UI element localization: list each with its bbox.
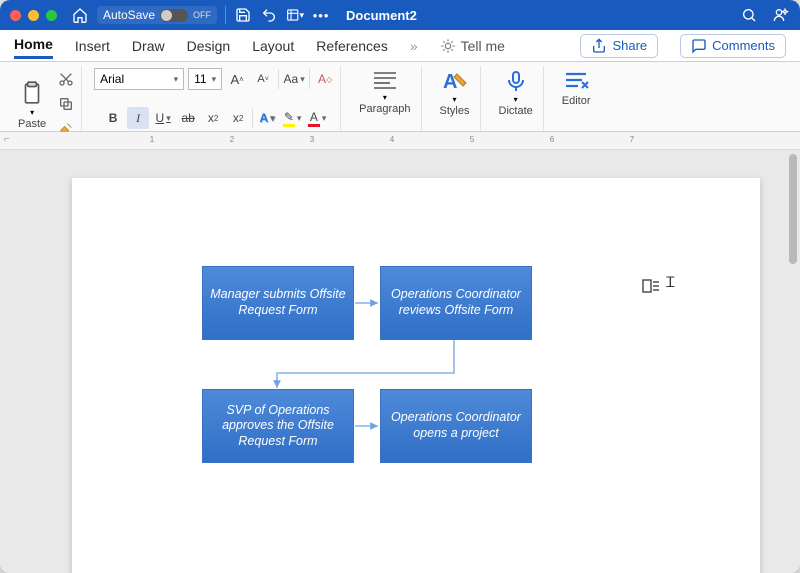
ruler-num: 3	[310, 135, 314, 144]
flow-box-3-text: SVP of Operations approves the Offsite R…	[209, 403, 347, 450]
bold-button[interactable]: B	[102, 107, 124, 129]
flow-box-3[interactable]: SVP of Operations approves the Offsite R…	[202, 389, 354, 463]
font-size-select[interactable]: ▾	[188, 68, 222, 90]
flow-box-1[interactable]: Manager submits Offsite Request Form	[202, 266, 354, 340]
grow-font-icon[interactable]: A˄	[226, 68, 248, 90]
highlight-icon[interactable]: ✎	[281, 107, 303, 129]
vertical-scrollbar[interactable]	[788, 150, 798, 573]
flow-connectors	[72, 178, 760, 573]
ruler-tab-icon[interactable]: ⌐	[4, 134, 10, 145]
styles-label: Styles	[440, 105, 470, 117]
comments-label: Comments	[712, 38, 775, 53]
font-name-input[interactable]	[100, 72, 168, 86]
autosave-toggle[interactable]: AutoSave OFF	[97, 6, 217, 24]
superscript-button[interactable]: x2	[227, 107, 249, 129]
autosave-state: OFF	[193, 10, 211, 20]
underline-button[interactable]: U	[152, 107, 174, 129]
svg-text:A: A	[443, 71, 457, 93]
font-size-input[interactable]	[194, 72, 206, 86]
flow-box-2[interactable]: Operations Coordinator reviews Offsite F…	[380, 266, 532, 340]
flow-box-1-text: Manager submits Offsite Request Form	[209, 287, 347, 318]
document-title: Document2	[346, 8, 417, 23]
share-button[interactable]: Share	[580, 34, 658, 58]
paste-label: Paste	[18, 118, 46, 130]
tell-me-label: Tell me	[461, 38, 505, 54]
tab-layout[interactable]: Layout	[252, 34, 294, 58]
table-quick-icon[interactable]: ▾	[286, 6, 304, 24]
save-icon[interactable]	[234, 6, 252, 24]
vertical-ruler[interactable]	[2, 178, 20, 573]
ruler-num: 4	[390, 135, 394, 144]
autosave-label: AutoSave	[103, 8, 155, 22]
ruler-num: 1	[150, 135, 154, 144]
ruler-num: 6	[550, 135, 554, 144]
flow-box-2-text: Operations Coordinator reviews Offsite F…	[387, 287, 525, 318]
ruler-num: 7	[630, 135, 634, 144]
document-area[interactable]: Manager submits Offsite Request Form Ope…	[0, 150, 800, 573]
italic-button[interactable]: I	[127, 107, 149, 129]
shrink-font-icon[interactable]: A˅	[252, 68, 274, 90]
cut-icon[interactable]	[55, 68, 77, 90]
window-minimize[interactable]	[28, 10, 39, 21]
tell-me[interactable]: Tell me	[440, 38, 505, 54]
paragraph-button[interactable]: ▾ Paragraph	[353, 68, 416, 115]
tab-insert[interactable]: Insert	[75, 34, 110, 58]
text-effects-icon[interactable]: A	[256, 107, 278, 129]
flow-box-4-text: Operations Coordinator opens a project	[387, 410, 525, 441]
editor-label: Editor	[562, 95, 591, 107]
tab-home[interactable]: Home	[14, 32, 53, 59]
account-icon[interactable]	[772, 6, 790, 24]
search-icon[interactable]	[740, 6, 758, 24]
layout-options-icon[interactable]	[642, 278, 660, 297]
strike-button[interactable]: ab	[177, 107, 199, 129]
flow-box-4[interactable]: Operations Coordinator opens a project	[380, 389, 532, 463]
ruler-num: 5	[470, 135, 474, 144]
separator	[225, 6, 226, 24]
tab-design[interactable]: Design	[187, 34, 231, 58]
tab-overflow-icon[interactable]: »	[410, 38, 418, 54]
horizontal-ruler[interactable]: ⌐ 1 2 3 4 5 6 7	[0, 132, 800, 150]
copy-icon[interactable]	[55, 93, 77, 115]
font-color-icon[interactable]: A	[306, 107, 328, 129]
paste-button[interactable]: ▾ Paste	[12, 79, 52, 130]
toggle-switch[interactable]	[160, 9, 188, 22]
font-name-select[interactable]: ▾	[94, 68, 184, 90]
tab-references[interactable]: References	[316, 34, 388, 58]
tab-draw[interactable]: Draw	[132, 34, 165, 58]
dictate-label: Dictate	[499, 105, 533, 117]
change-case-icon[interactable]: Aa	[283, 68, 305, 90]
home-icon[interactable]	[71, 6, 89, 24]
more-icon[interactable]: •••	[312, 6, 330, 24]
window-zoom[interactable]	[46, 10, 57, 21]
dictate-button[interactable]: ▾ Dictate	[493, 68, 539, 117]
ruler-num: 2	[230, 135, 234, 144]
styles-button[interactable]: A ▾ Styles	[434, 68, 476, 117]
editor-button[interactable]: Editor	[556, 68, 597, 107]
paragraph-label: Paragraph	[359, 103, 410, 115]
subscript-button[interactable]: x2	[202, 107, 224, 129]
page[interactable]: Manager submits Offsite Request Form Ope…	[72, 178, 760, 573]
comments-button[interactable]: Comments	[680, 34, 786, 58]
text-cursor-icon: Ꮖ	[666, 276, 675, 292]
undo-icon[interactable]	[260, 6, 278, 24]
window-close[interactable]	[10, 10, 21, 21]
share-label: Share	[612, 38, 647, 53]
clear-format-icon[interactable]: A◇	[314, 68, 336, 90]
scrollbar-thumb[interactable]	[789, 154, 797, 264]
